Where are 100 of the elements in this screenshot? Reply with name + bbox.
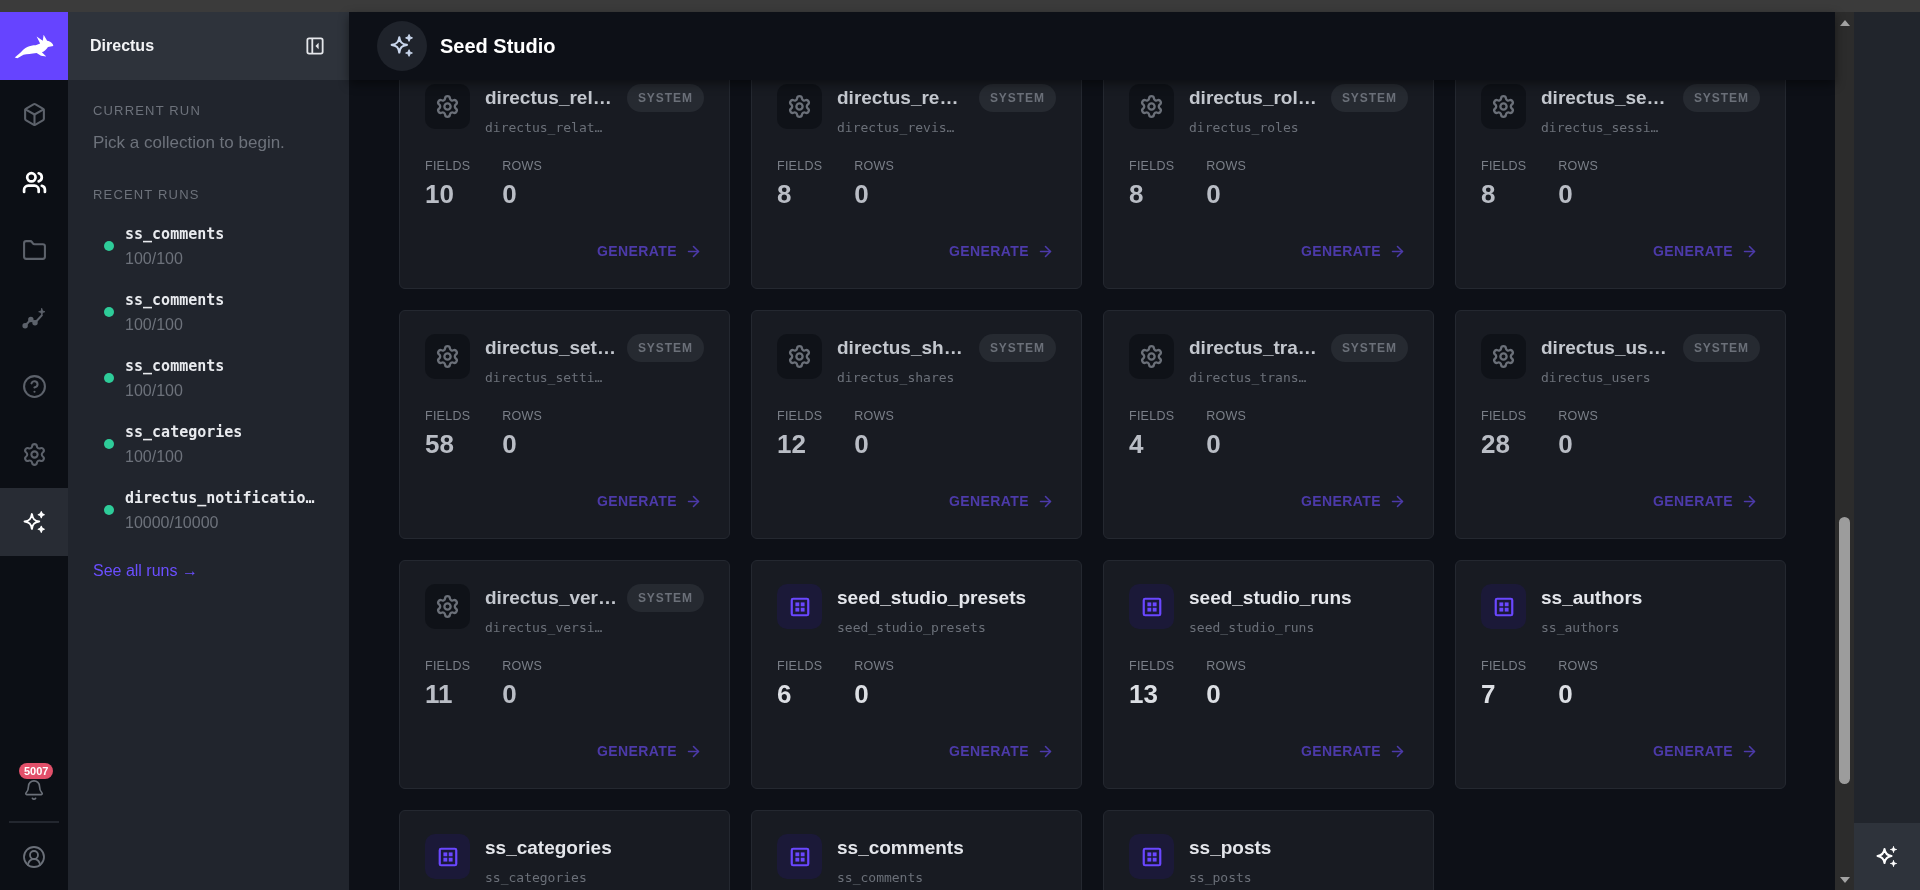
nav-button[interactable] — [0, 488, 68, 556]
grid-icon — [777, 584, 822, 629]
collection-card[interactable]: directus_us… SYSTEM directus_users FIELDS 28 ROWS 0 GENERATE — [1455, 310, 1786, 539]
collection-card[interactable]: directus_se… SYSTEM directus_sessi… FIELDS 8 ROWS 0 GENERATE — [1455, 80, 1786, 289]
stat-value: 12 — [777, 429, 807, 459]
stat-value: 10 — [425, 179, 455, 209]
run-count: 10000/10000 — [125, 512, 220, 532]
ai-assistant-button[interactable] — [1854, 823, 1920, 890]
grid-icon — [425, 834, 470, 879]
run-name[interactable]: ss_comments — [125, 224, 225, 244]
system-badge: SYSTEM — [626, 84, 704, 112]
bell-icon — [23, 779, 45, 801]
collection-card[interactable]: directus_re… SYSTEM directus_revis… FIELDS 8 ROWS 0 GENERATE — [751, 80, 1082, 289]
gear-icon — [1129, 334, 1174, 379]
sparkles-icon — [21, 509, 47, 535]
table-name: directus_relat… — [485, 119, 604, 137]
table-name: ss_comments — [837, 869, 925, 887]
table-name: directus_roles — [1189, 119, 1300, 137]
collection-name: directus_sh… — [837, 336, 963, 360]
table-name: directus_trans… — [1189, 369, 1308, 387]
stat-value: 0 — [854, 429, 870, 459]
collection-card[interactable]: directus_tra… SYSTEM directus_trans… FIELDS 4 ROWS 0 GENERATE — [1103, 310, 1434, 539]
stat-value: 58 — [425, 429, 455, 459]
collection-name: directus_us… — [1541, 336, 1667, 360]
empty-state-message: Pick a collection to begin. — [93, 132, 286, 154]
table-name: directus_users — [1541, 369, 1652, 387]
collection-name: directus_ver… — [485, 586, 617, 610]
collection-card[interactable]: directus_rel… SYSTEM directus_relat… FIELDS 10 ROWS 0 GENERATE — [399, 80, 730, 289]
user-avatar-icon — [22, 844, 46, 869]
help-icon — [21, 373, 47, 399]
stat-label: ROWS — [502, 658, 543, 674]
panel-collapse-icon — [306, 37, 324, 55]
stat-label: ROWS — [854, 658, 895, 674]
scrollbar-thumb[interactable] — [1839, 517, 1850, 784]
folder-icon — [21, 237, 47, 263]
collection-card[interactable]: directus_rol… SYSTEM directus_roles FIELDS 8 ROWS 0 GENERATE — [1103, 80, 1434, 289]
scroll-up-arrow-icon[interactable] — [1839, 20, 1850, 26]
users-icon — [21, 169, 47, 195]
line-chart-icon — [21, 305, 47, 331]
stat-label: FIELDS — [1481, 158, 1527, 174]
scrollbar[interactable] — [1835, 12, 1854, 890]
grid-icon — [1481, 584, 1526, 629]
collection-card[interactable]: directus_ver… SYSTEM directus_versi… FIELDS 11 ROWS 0 GENERATE — [399, 560, 730, 789]
collection-card[interactable]: ss_posts ss_posts — [1103, 810, 1434, 890]
stat-value: 0 — [502, 679, 518, 709]
run-name[interactable]: ss_comments — [125, 290, 225, 310]
notifications-button[interactable]: 5007 — [0, 755, 68, 821]
collection-card[interactable]: ss_comments ss_comments — [751, 810, 1082, 890]
stat-label: ROWS — [502, 158, 543, 174]
run-name[interactable]: ss_comments — [125, 356, 225, 376]
scroll-down-arrow-icon[interactable] — [1839, 877, 1850, 883]
collection-card[interactable]: seed_studio_presets seed_studio_presets FIELDS 6 ROWS 0 GENERATE — [751, 560, 1082, 789]
stat-value: 0 — [1558, 429, 1574, 459]
table-name: directus_sessi… — [1541, 119, 1660, 137]
stat-value: 13 — [1129, 679, 1159, 709]
stat-value: 6 — [777, 679, 793, 709]
stat-label: FIELDS — [1481, 658, 1527, 674]
section-heading: RECENT RUNS — [93, 187, 201, 203]
table-name: directus_shares — [837, 369, 956, 387]
gear-icon — [1481, 84, 1526, 129]
stat-label: ROWS — [854, 158, 895, 174]
table-name: directus_revis… — [837, 119, 956, 137]
gear-icon — [1481, 334, 1526, 379]
collection-name: directus_rel… — [485, 86, 612, 110]
run-name[interactable]: ss_categories — [125, 422, 243, 442]
collapse-sidebar-button[interactable] — [305, 36, 325, 56]
stat-label: FIELDS — [1129, 158, 1175, 174]
stat-value: 8 — [777, 179, 793, 209]
run-count: 100/100 — [125, 380, 184, 400]
stat-label: ROWS — [1558, 158, 1599, 174]
table-name: ss_posts — [1189, 869, 1253, 887]
stat-value: 8 — [1129, 179, 1145, 209]
stat-value: 0 — [502, 179, 518, 209]
grid-icon — [1129, 834, 1174, 879]
table-name: ss_authors — [1541, 619, 1621, 637]
gear-icon — [777, 334, 822, 379]
table-name: ss_categories — [485, 869, 588, 887]
stat-label: ROWS — [1206, 658, 1247, 674]
collection-name: directus_rol… — [1189, 86, 1317, 110]
stat-value: 7 — [1481, 679, 1497, 709]
stat-label: ROWS — [854, 408, 895, 424]
gear-icon — [777, 84, 822, 129]
stat-label: ROWS — [1206, 158, 1247, 174]
run-count: 100/100 — [125, 248, 184, 268]
system-badge: SYSTEM — [1330, 334, 1408, 362]
stat-value: 0 — [1206, 679, 1222, 709]
collection-card[interactable]: seed_studio_runs seed_studio_runs FIELDS 13 ROWS 0 GENERATE — [1103, 560, 1434, 789]
sparkles-icon — [377, 21, 427, 71]
stat-value: 0 — [854, 679, 870, 709]
system-badge: SYSTEM — [1330, 84, 1408, 112]
collection-card[interactable]: ss_categories ss_categories — [399, 810, 730, 890]
rabbit-logo-icon[interactable] — [0, 12, 68, 80]
system-badge: SYSTEM — [626, 334, 704, 362]
collection-card[interactable]: directus_sh… SYSTEM directus_shares FIELDS 12 ROWS 0 GENERATE — [751, 310, 1082, 539]
stat-value: 0 — [1558, 679, 1574, 709]
collection-card[interactable]: directus_set… SYSTEM directus_setti… FIELDS 58 ROWS 0 GENERATE — [399, 310, 730, 539]
stat-value: 4 — [1129, 429, 1145, 459]
collection-card[interactable]: ss_authors ss_authors FIELDS 7 ROWS 0 GENERATE — [1455, 560, 1786, 789]
gear-icon — [1129, 84, 1174, 129]
run-name[interactable]: directus_notificatio… — [125, 488, 315, 508]
